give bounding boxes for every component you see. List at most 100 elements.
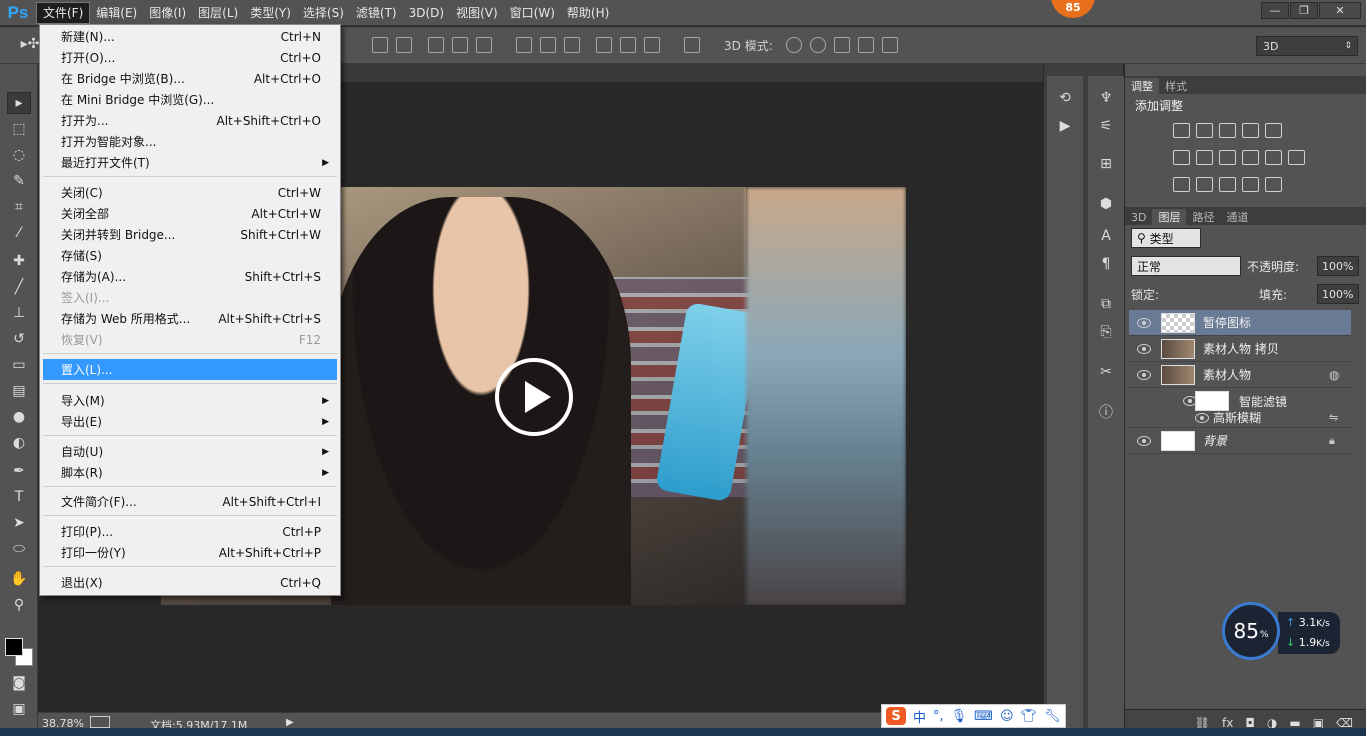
tab-paths[interactable]: 路径 (1186, 209, 1220, 225)
tab-styles[interactable]: 样式 (1159, 78, 1193, 94)
healing-brush-tool-icon[interactable]: ✚ (7, 250, 31, 272)
tab-adjustments[interactable]: 调整 (1125, 78, 1159, 94)
tab-channels[interactable]: 通道 (1220, 209, 1254, 225)
color-lookup-icon[interactable] (1288, 150, 1305, 165)
restore-button[interactable]: ❐ (1290, 2, 1318, 19)
brush-preset-icon[interactable]: ♆ (1095, 88, 1117, 108)
eraser-tool-icon[interactable]: ▭ (7, 354, 31, 376)
layer-row[interactable]: 背景 🔒︎ (1129, 428, 1351, 454)
info-panel-icon[interactable]: ⓘ (1095, 402, 1117, 422)
eye-icon[interactable] (1195, 412, 1209, 423)
shape-tool-icon[interactable]: ⬭ (7, 538, 31, 560)
blur-tool-icon[interactable]: ● (7, 406, 31, 428)
filter-options-icon[interactable]: ⇋ (1329, 411, 1338, 424)
file-menu-browse-bridge[interactable]: 在 Bridge 中浏览(B)... Alt+Ctrl+O (43, 68, 337, 89)
curves-icon[interactable] (1219, 123, 1236, 138)
foreground-color-swatch[interactable] (5, 638, 23, 656)
path-select-tool-icon[interactable]: ➤ (7, 512, 31, 534)
crop-tool-icon[interactable]: ⌗ (7, 196, 31, 218)
file-menu-export[interactable]: 导出(E) ▶ (43, 411, 337, 432)
eye-icon[interactable] (1137, 369, 1151, 380)
tab-3d[interactable]: 3D (1125, 209, 1152, 225)
menu-edit[interactable]: 编辑(E) (90, 2, 143, 24)
ime-punctuation[interactable]: °, (933, 709, 944, 724)
file-menu-save-as[interactable]: 存储为(A)... Shift+Ctrl+S (43, 266, 337, 287)
3d-scale-icon[interactable] (882, 37, 898, 53)
keyboard-icon[interactable]: ⌨ (974, 709, 993, 724)
menu-window[interactable]: 窗口(W) (504, 2, 561, 24)
file-menu-file-info[interactable]: 文件简介(F)... Alt+Shift+Ctrl+I (43, 491, 337, 512)
3d-pan-icon[interactable] (834, 37, 850, 53)
status-toggle-icon[interactable] (90, 716, 110, 728)
align-hcenter-icon[interactable] (476, 37, 492, 53)
opacity-input[interactable]: 100% (1317, 256, 1359, 276)
3d-panel-icon[interactable]: ⬢ (1095, 194, 1117, 214)
lasso-tool-icon[interactable]: ◌ (7, 144, 31, 166)
file-menu-close-all[interactable]: 关闭全部 Alt+Ctrl+W (43, 203, 337, 224)
eye-icon[interactable] (1137, 343, 1151, 354)
menu-file[interactable]: 文件(F) (36, 1, 91, 24)
file-menu-place[interactable]: 置入(L)... (43, 359, 337, 380)
distribute-top-icon[interactable] (516, 37, 532, 53)
pen-tool-icon[interactable]: ✒ (7, 460, 31, 482)
file-menu-close[interactable]: 关闭(C) Ctrl+W (43, 182, 337, 203)
paragraph-panel-icon[interactable]: ¶ (1095, 254, 1117, 274)
memory-gauge[interactable]: 85% (1222, 602, 1280, 660)
wrench-icon[interactable]: 🔧︎ (1044, 709, 1061, 724)
3d-rotate-icon[interactable] (786, 37, 802, 53)
align-vcenter-icon[interactable] (396, 37, 412, 53)
tab-layers[interactable]: 图层 (1152, 209, 1187, 225)
3d-slide-icon[interactable] (858, 37, 874, 53)
file-menu-exit[interactable]: 退出(X) Ctrl+Q (43, 572, 337, 593)
clone-stamp-tool-icon[interactable]: ⊥ (7, 302, 31, 324)
file-menu-scripts[interactable]: 脚本(R) ▶ (43, 462, 337, 483)
character-styles-icon[interactable]: ⧉ (1095, 294, 1117, 314)
gradient-map-icon[interactable] (1265, 177, 1282, 192)
file-menu-open-as[interactable]: 打开为... Alt+Shift+Ctrl+O (43, 110, 337, 131)
clone-source-icon[interactable]: ⊞ (1095, 154, 1117, 174)
minimize-button[interactable]: — (1261, 2, 1289, 19)
blend-mode-select[interactable]: 正常 (1131, 256, 1241, 276)
brush-tool-icon[interactable]: ╱ (7, 276, 31, 298)
exposure-icon[interactable] (1242, 123, 1259, 138)
align-top-icon[interactable] (372, 37, 388, 53)
quick-mask-icon[interactable]: ◙ (7, 672, 31, 694)
history-panel-icon[interactable]: ⟲ (1054, 88, 1076, 108)
file-menu-print-one[interactable]: 打印一份(Y) Alt+Shift+Ctrl+P (43, 542, 337, 563)
color-balance-icon[interactable] (1196, 150, 1213, 165)
file-menu-save-for-web[interactable]: 存储为 Web 所用格式... Alt+Shift+Ctrl+S (43, 308, 337, 329)
skin-icon[interactable]: 👕︎ (1021, 709, 1038, 724)
align-bottom-icon[interactable] (428, 37, 444, 53)
dodge-tool-icon[interactable]: ◐ (7, 432, 31, 454)
distribute-bottom-icon[interactable] (564, 37, 580, 53)
menu-layer[interactable]: 图层(L) (192, 2, 244, 24)
levels-icon[interactable] (1196, 123, 1213, 138)
file-menu-save[interactable]: 存储(S) (43, 245, 337, 266)
channel-mixer-icon[interactable] (1265, 150, 1282, 165)
hand-tool-icon[interactable]: ✋ (7, 568, 31, 590)
zoom-tool-icon[interactable]: ⚲ (7, 594, 31, 616)
auto-align-icon[interactable] (684, 37, 700, 53)
menu-filter[interactable]: 滤镜(T) (350, 2, 403, 24)
status-menu-arrow-icon[interactable]: ▶ (286, 717, 294, 728)
3d-roll-icon[interactable] (810, 37, 826, 53)
vibrance-icon[interactable] (1265, 123, 1282, 138)
brightness-icon[interactable] (1173, 123, 1190, 138)
align-left-icon[interactable] (452, 37, 468, 53)
eye-icon[interactable] (1137, 317, 1151, 328)
file-menu-close-go-bridge[interactable]: 关闭并转到 Bridge... Shift+Ctrl+W (43, 224, 337, 245)
menu-help[interactable]: 帮助(H) (561, 2, 615, 24)
menu-3d[interactable]: 3D(D) (403, 2, 450, 24)
layer-row[interactable]: 素材人物 ◍ (1129, 362, 1351, 388)
threshold-icon[interactable] (1219, 177, 1236, 192)
quick-select-tool-icon[interactable]: ✎ (7, 170, 31, 192)
marquee-tool-icon[interactable]: ⬚ (7, 118, 31, 140)
file-menu-new[interactable]: 新建(N)... Ctrl+N (43, 26, 337, 47)
black-white-icon[interactable] (1219, 150, 1236, 165)
file-menu-print[interactable]: 打印(P)... Ctrl+P (43, 521, 337, 542)
distribute-vcenter-icon[interactable] (540, 37, 556, 53)
microphone-icon[interactable]: 🎙︎ (951, 709, 968, 724)
actions-play-icon[interactable]: ▶ (1054, 116, 1076, 136)
selective-color-icon[interactable] (1242, 177, 1259, 192)
distribute-hcenter-icon[interactable] (620, 37, 636, 53)
